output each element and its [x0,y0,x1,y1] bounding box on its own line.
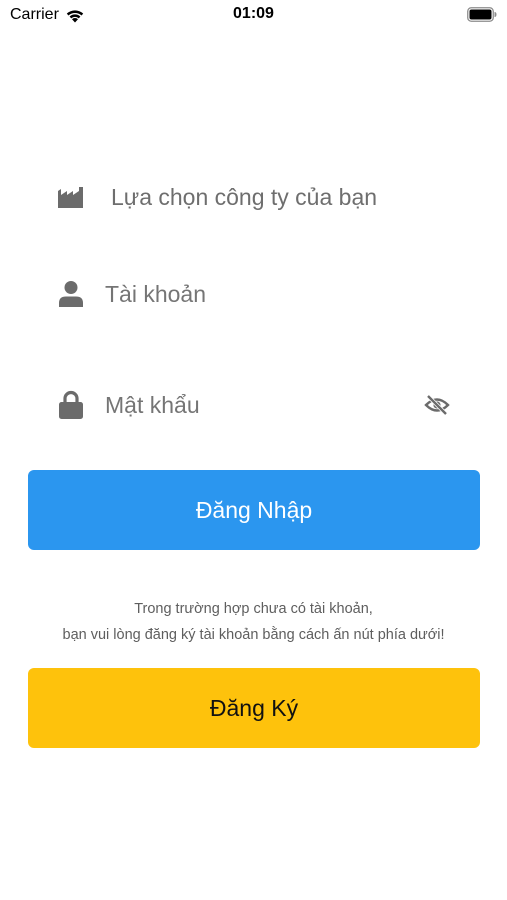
login-screen: Carrier 01:09 Lựa chọn công ty của bạn T… [0,0,507,900]
register-hint-line-2: bạn vui lòng đăng ký tài khoản bằng cách… [62,627,445,643]
lock-icon [56,380,86,430]
register-hint: Trong trường hợp chưa có tài khoản, bạn … [0,596,507,648]
company-select[interactable]: Lựa chọn công ty của bạn [111,172,451,222]
person-icon [56,269,86,319]
status-bar: Carrier 01:09 [0,0,507,32]
account-input[interactable] [105,269,445,319]
status-time: 01:09 [233,5,274,22]
register-button[interactable]: Đăng Ký [28,668,480,748]
password-input[interactable] [105,380,405,430]
factory-icon [56,172,86,222]
eye-off-icon[interactable] [423,392,451,418]
company-select-row[interactable]: Lựa chọn công ty của bạn [0,172,507,222]
password-field-row [0,380,507,430]
battery-icon [467,7,497,22]
register-button-label: Đăng Ký [209,694,299,721]
login-button-label: Đăng Nhập [195,496,313,523]
account-field-row [0,269,507,319]
register-hint-line-1: Trong trường hợp chưa có tài khoản, [134,601,373,617]
login-button[interactable]: Đăng Nhập [28,470,480,550]
